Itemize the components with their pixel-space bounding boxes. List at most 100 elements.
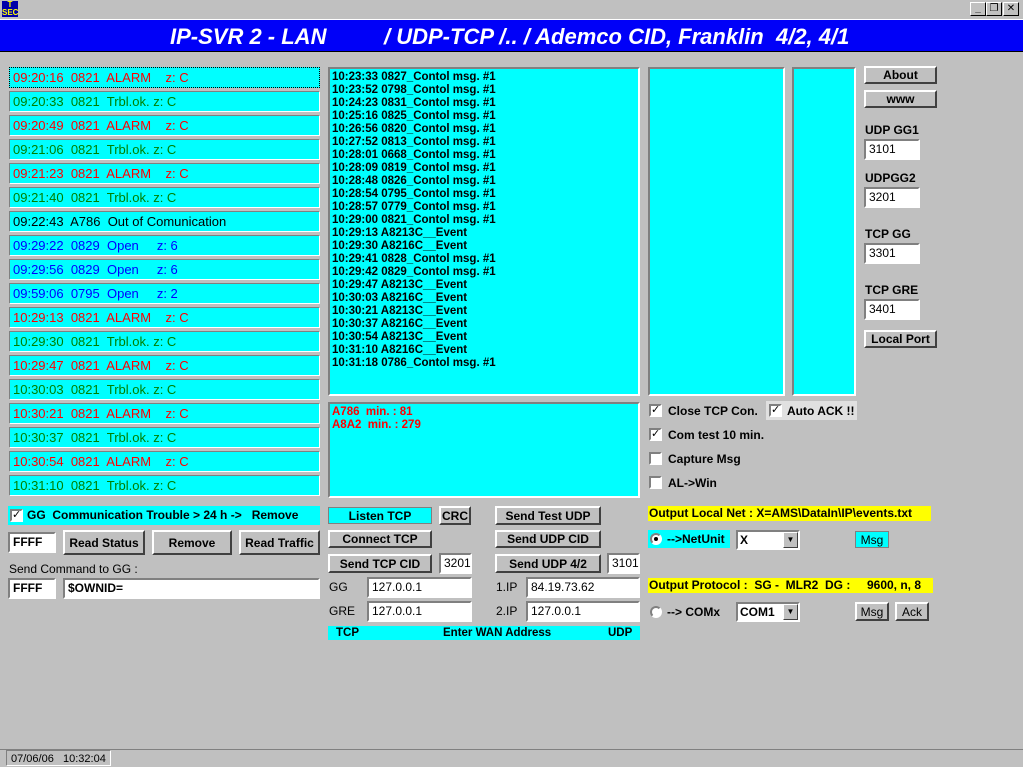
- minimize-button[interactable]: _: [970, 2, 986, 16]
- chevron-down-icon[interactable]: ▼: [783, 532, 798, 548]
- tcp-gg-input[interactable]: 3301: [864, 243, 920, 264]
- chevron-down-icon[interactable]: ▼: [783, 604, 798, 620]
- aux-panel-2[interactable]: [792, 67, 856, 396]
- udp-port-input[interactable]: 3101: [607, 553, 640, 574]
- event-log-line: 10:30:03 A8216C__Event: [332, 292, 468, 304]
- com-test-checkbox[interactable]: ✓: [649, 428, 662, 441]
- status-date: 07/06/06: [11, 753, 54, 765]
- ack-button[interactable]: Ack: [895, 602, 929, 621]
- event-log-line: 10:27:52 0813_Contol msg. #1: [332, 136, 496, 148]
- alarm-list-item[interactable]: 09:21:06 0821 Trbl.ok. z: C: [9, 139, 320, 160]
- event-log-line: 10:28:57 0779_Contol msg. #1: [332, 201, 496, 213]
- event-log-line: 10:30:54 A8213C__Event: [332, 331, 468, 343]
- read-status-button[interactable]: Read Status: [63, 530, 145, 555]
- close-tcp-label: Close TCP Con.: [668, 404, 758, 418]
- alarm-list-item[interactable]: 10:31:10 0821 Trbl.ok. z: C: [9, 475, 320, 496]
- event-log-line: 10:23:52 0798_Contol msg. #1: [332, 84, 496, 96]
- send-test-udp-button[interactable]: Send Test UDP: [495, 506, 601, 525]
- wan-tcp-label: TCP: [336, 627, 359, 639]
- alarm-list-item[interactable]: 10:30:21 0821 ALARM z: C: [9, 403, 320, 424]
- send-command-input[interactable]: $OWNID=: [63, 578, 320, 599]
- wan-address-bar: TCP Enter WAN Address UDP: [328, 626, 640, 640]
- comx-radio-area: --> COMx: [648, 603, 730, 621]
- auto-ack-label: Auto ACK !!: [787, 404, 855, 418]
- alarm-list-item[interactable]: 09:22:43 A786 Out of Comunication: [9, 211, 320, 232]
- event-log-line: 10:31:10 A8216C__Event: [332, 344, 468, 356]
- listen-tcp-button[interactable]: Listen TCP: [328, 507, 432, 524]
- comm-trouble-panel[interactable]: A786 min. : 81 A8A2 min. : 279: [328, 402, 640, 498]
- al-win-checkbox[interactable]: [649, 476, 662, 489]
- auto-ack-checkbox[interactable]: ✓: [769, 404, 782, 417]
- udp-gg2-input[interactable]: 3201: [864, 187, 920, 208]
- ip1-input[interactable]: 84.19.73.62: [526, 577, 640, 598]
- alarm-list-item[interactable]: 09:20:49 0821 ALARM z: C: [9, 115, 320, 136]
- restore-button[interactable]: ❐: [986, 2, 1002, 16]
- alarm-list-item[interactable]: 09:20:33 0821 Trbl.ok. z: C: [9, 91, 320, 112]
- comx-radio[interactable]: [650, 606, 662, 618]
- alarm-list-item[interactable]: 09:20:16 0821 ALARM z: C: [9, 67, 320, 88]
- event-log-line: 10:29:00 0821_Contol msg. #1: [332, 214, 496, 226]
- ip2-input[interactable]: 127.0.0.1: [526, 601, 640, 622]
- netunit-radio[interactable]: [650, 533, 662, 545]
- alarm-list-item[interactable]: 09:29:22 0829 Open z: 6: [9, 235, 320, 256]
- alarm-list-item[interactable]: 10:30:54 0821 ALARM z: C: [9, 451, 320, 472]
- event-log-line: 10:29:42 0829_Contol msg. #1: [332, 266, 496, 278]
- udp-gg1-input[interactable]: 3101: [864, 139, 920, 160]
- event-log-line: 10:25:16 0825_Contol msg. #1: [332, 110, 496, 122]
- event-log-line: 10:23:33 0827_Contol msg. #1: [332, 71, 496, 83]
- remove-button[interactable]: Remove: [152, 530, 232, 555]
- netunit-select[interactable]: X ▼: [736, 530, 800, 550]
- event-log-panel[interactable]: 10:23:33 0827_Contol msg. #1 10:23:52 079…: [328, 67, 640, 396]
- app-logo-icon: T SEC: [2, 0, 19, 17]
- wan-udp-label: UDP: [608, 627, 633, 639]
- aux-panel-1[interactable]: [648, 67, 785, 396]
- event-log-line: 10:24:23 0831_Contol msg. #1: [332, 97, 496, 109]
- wan-title-label: Enter WAN Address: [443, 627, 552, 639]
- event-log-line: 10:30:21 A8213C__Event: [332, 305, 468, 317]
- close-button[interactable]: ✕: [1003, 2, 1019, 16]
- send-udp-42-button[interactable]: Send UDP 4/2: [495, 554, 601, 573]
- gg-trouble-checkbox[interactable]: ✓: [10, 509, 23, 522]
- capture-msg-checkbox[interactable]: [649, 452, 662, 465]
- alarm-list-item[interactable]: 10:29:30 0821 Trbl.ok. z: C: [9, 331, 320, 352]
- tcp-port-input[interactable]: 3201: [439, 553, 472, 574]
- alarm-list-item[interactable]: 10:30:37 0821 Trbl.ok. z: C: [9, 427, 320, 448]
- event-log-list: 10:23:33 0827_Contol msg. #1 10:23:52 079…: [330, 69, 638, 372]
- event-log-line: 10:29:41 0828_Contol msg. #1: [332, 253, 496, 265]
- send-tcp-cid-button[interactable]: Send TCP CID: [328, 554, 432, 573]
- comx-select[interactable]: COM1 ▼: [736, 602, 800, 622]
- tcp-gre-input[interactable]: 3401: [864, 299, 920, 320]
- com-test-label: Com test 10 min.: [668, 428, 765, 442]
- gg-id-input[interactable]: FFFF: [8, 532, 56, 553]
- status-datetime: 07/06/06 10:32:04: [6, 750, 111, 766]
- netunit-radio-area: -->NetUnit: [648, 530, 730, 548]
- alarm-list-item[interactable]: 09:21:40 0821 Trbl.ok. z: C: [9, 187, 320, 208]
- gg-ip-input[interactable]: 127.0.0.1: [367, 577, 472, 598]
- netunit-select-value: X: [740, 533, 749, 547]
- send-id-input[interactable]: FFFF: [8, 578, 56, 599]
- connect-tcp-button[interactable]: Connect TCP: [328, 530, 432, 548]
- local-port-button[interactable]: Local Port: [864, 330, 937, 348]
- alarm-list-item[interactable]: 10:30:03 0821 Trbl.ok. z: C: [9, 379, 320, 400]
- send-udp-cid-button[interactable]: Send UDP CID: [495, 530, 601, 548]
- event-log-line: 10:28:01 0668_Contol msg. #1: [332, 149, 496, 161]
- tcp-gre-label: TCP GRE: [865, 283, 919, 297]
- gre-ip-input[interactable]: 127.0.0.1: [367, 601, 472, 622]
- netunit-msg-button[interactable]: Msg: [855, 531, 889, 548]
- crc-button[interactable]: CRC: [439, 506, 471, 525]
- close-tcp-checkbox[interactable]: ✓: [649, 404, 662, 417]
- alarm-list-item[interactable]: 10:29:47 0821 ALARM z: C: [9, 355, 320, 376]
- www-button[interactable]: www: [864, 90, 937, 108]
- alarm-list-item[interactable]: 09:21:23 0821 ALARM z: C: [9, 163, 320, 184]
- ip2-label: 2.IP: [496, 604, 518, 618]
- alarm-list-item[interactable]: 10:29:13 0821 ALARM z: C: [9, 307, 320, 328]
- read-traffic-button[interactable]: Read Traffic: [239, 530, 320, 555]
- al-win-label: AL->Win: [668, 476, 717, 490]
- alarm-list-item[interactable]: 09:29:56 0829 Open z: 6: [9, 259, 320, 280]
- alarm-list-item[interactable]: 09:59:06 0795 Open z: 2: [9, 283, 320, 304]
- status-bar: 07/06/06 10:32:04: [0, 749, 1023, 767]
- about-button[interactable]: About: [864, 66, 937, 84]
- comx-msg-button[interactable]: Msg: [855, 602, 889, 621]
- event-log-line: 10:28:54 0795_Contol msg. #1: [332, 188, 496, 200]
- netunit-label: -->NetUnit: [667, 532, 725, 546]
